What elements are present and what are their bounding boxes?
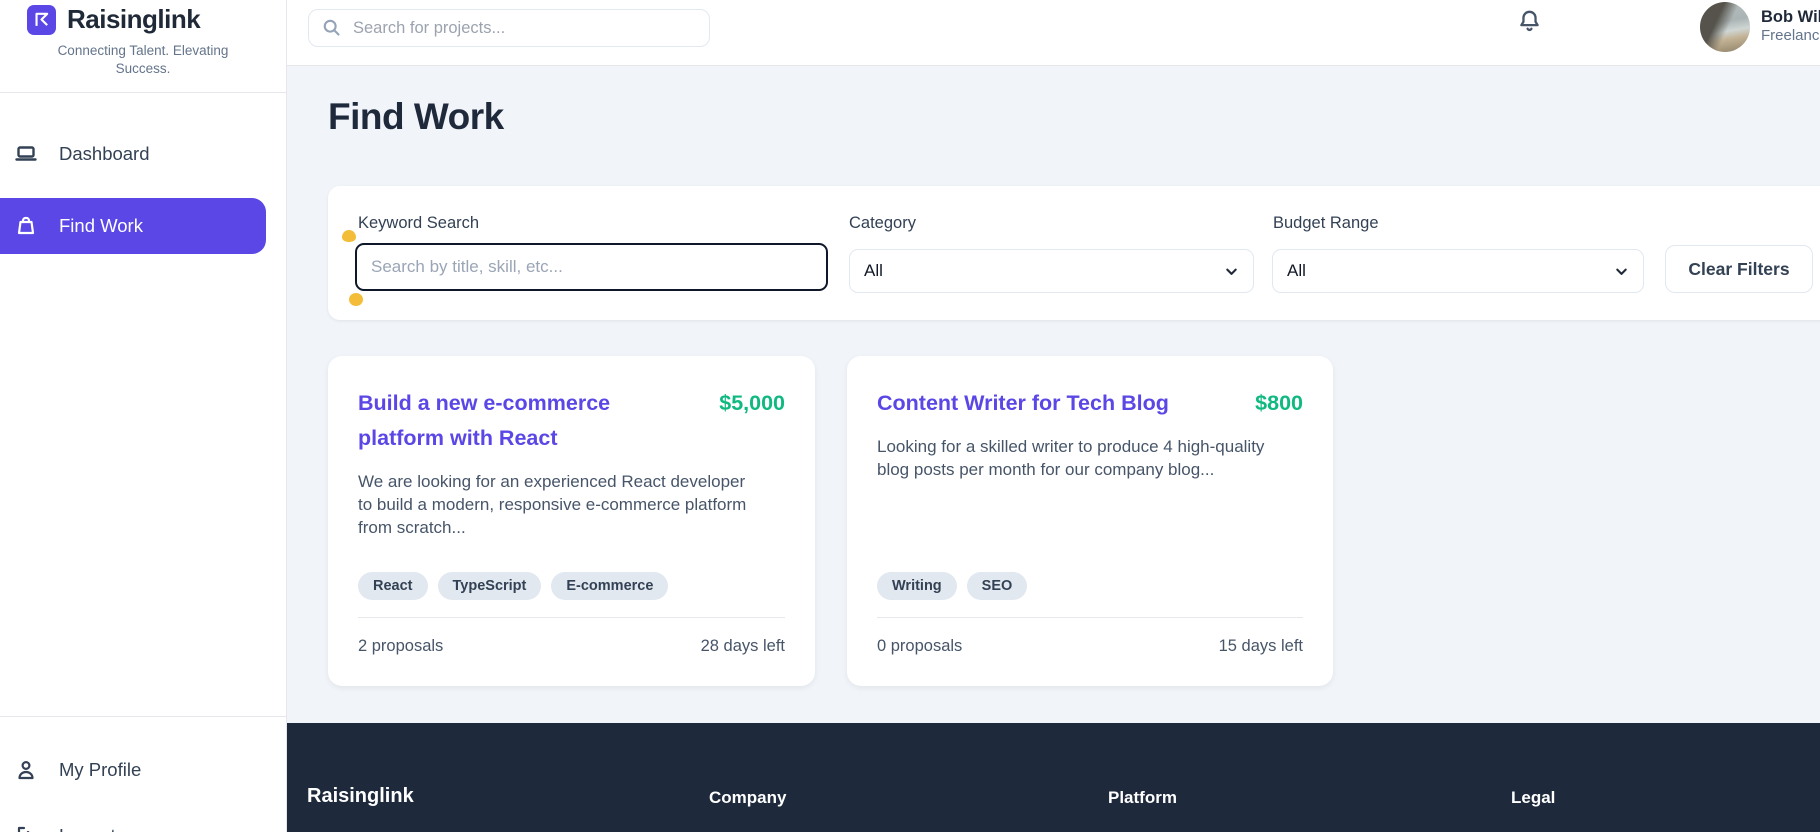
sidebar-item-logout[interactable]: Logout — [0, 808, 286, 832]
clear-filters-button[interactable]: Clear Filters — [1665, 245, 1813, 293]
sidebar-nav: Dashboard Find Work — [0, 126, 286, 254]
category-label: Category — [849, 214, 916, 232]
brand-tagline: Connecting Talent. Elevating Success. — [57, 43, 229, 76]
sidebar-item-find-work[interactable]: Find Work — [0, 197, 266, 254]
cursor-marker-icon — [342, 230, 356, 242]
keyword-search-label: Keyword Search — [358, 214, 480, 232]
page-title: Find Work — [328, 96, 504, 137]
person-icon — [14, 758, 38, 782]
proposals-count: 2 proposals — [358, 637, 444, 655]
project-title[interactable]: Content Writer for Tech Blog — [877, 386, 1169, 421]
budget-range-label: Budget Range — [1273, 214, 1379, 232]
footer-brand: Raisinglink — [307, 785, 414, 807]
laptop-icon — [14, 142, 38, 166]
tag-pill: React — [358, 571, 428, 600]
project-card[interactable]: Content Writer for Tech Blog $800 Lookin… — [847, 356, 1333, 686]
project-description: Looking for a skilled writer to produce … — [877, 437, 1265, 479]
search-icon — [321, 17, 342, 38]
user-name: Bob Williams — [1761, 8, 1820, 26]
sidebar: Raisinglink Connecting Talent. Elevating… — [0, 0, 287, 832]
project-budget: $5,000 — [719, 391, 785, 415]
category-selected-value: All — [864, 261, 883, 280]
brand-logo[interactable]: Raisinglink — [0, 0, 286, 35]
project-tags: React TypeScript E-commerce — [358, 571, 785, 600]
topbar: Bob Williams Freelancer — [287, 0, 1820, 66]
budget-range-select[interactable]: All — [1272, 249, 1644, 293]
days-left: 15 days left — [1218, 637, 1303, 655]
tag-pill: Writing — [877, 571, 957, 600]
user-avatar[interactable] — [1700, 2, 1750, 52]
project-tags: Writing SEO — [877, 571, 1303, 600]
keyword-search-input[interactable] — [355, 243, 828, 291]
sidebar-item-dashboard[interactable]: Dashboard — [0, 126, 286, 182]
project-card[interactable]: Build a new e-commerce platform with Rea… — [328, 356, 815, 686]
project-meta: 0 proposals 15 days left — [877, 617, 1303, 656]
project-meta: 2 proposals 28 days left — [358, 617, 785, 656]
chevron-down-icon — [1224, 264, 1239, 279]
sidebar-item-label: Find Work — [59, 214, 143, 236]
sidebar-item-label: Dashboard — [59, 142, 150, 164]
user-info[interactable]: Bob Williams Freelancer — [1761, 8, 1820, 45]
proposals-count: 0 proposals — [877, 637, 963, 655]
sidebar-divider — [0, 91, 286, 93]
sidebar-item-my-profile[interactable]: My Profile — [0, 742, 286, 798]
sidebar-item-label: My Profile — [59, 759, 142, 780]
tag-pill: SEO — [966, 571, 1028, 600]
raisinglink-logo-icon — [27, 4, 56, 35]
project-title[interactable]: Build a new e-commerce platform with Rea… — [358, 386, 620, 456]
cursor-marker-icon — [349, 293, 363, 306]
app-window: Raisinglink Connecting Talent. Elevating… — [0, 0, 1820, 832]
notifications-bell-icon[interactable] — [1515, 7, 1544, 36]
budget-selected-value: All — [1287, 261, 1306, 280]
tag-pill: TypeScript — [437, 571, 542, 600]
filters-panel: Keyword Search Category All Budget Range… — [328, 186, 1820, 320]
sidebar-bottom-section: My Profile Logout — [0, 716, 286, 832]
project-description: We are looking for an experienced React … — [358, 472, 747, 537]
site-footer: Raisinglink Company Platform Legal — [287, 723, 1820, 832]
footer-column-company: Company — [709, 788, 787, 807]
global-search — [308, 9, 710, 47]
project-budget: $800 — [1255, 391, 1303, 415]
main-content: Find Work Keyword Search Category All Bu… — [287, 66, 1820, 832]
days-left: 28 days left — [700, 637, 785, 655]
chevron-down-icon — [1614, 264, 1629, 279]
user-role: Freelancer — [1761, 27, 1820, 44]
footer-column-legal: Legal — [1511, 788, 1556, 807]
search-input[interactable] — [308, 9, 710, 47]
briefcase-icon — [14, 214, 38, 238]
category-select[interactable]: All — [849, 249, 1254, 293]
tag-pill: E-commerce — [551, 571, 669, 600]
footer-column-platform: Platform — [1108, 788, 1177, 807]
sidebar-item-label: Logout — [59, 825, 116, 832]
brand-name: Raisinglink — [67, 4, 201, 34]
logout-icon — [14, 824, 38, 832]
